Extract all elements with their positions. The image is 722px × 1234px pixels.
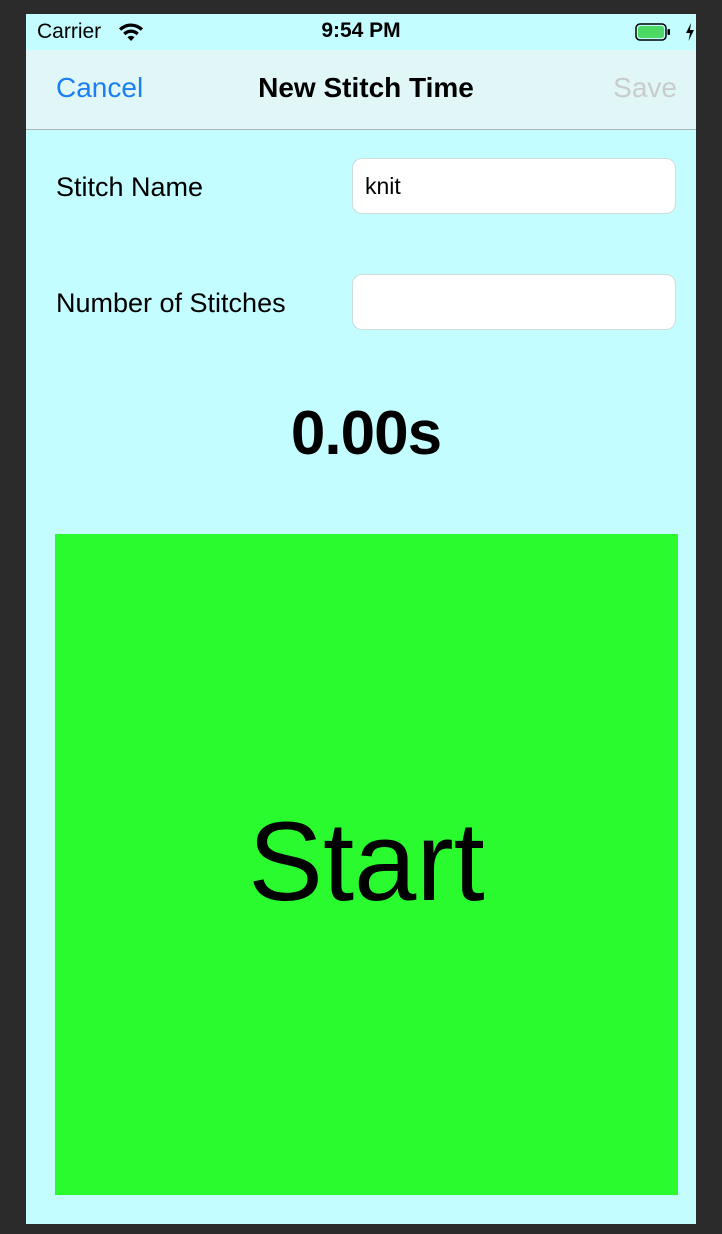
stitch-count-field[interactable] bbox=[352, 274, 676, 330]
stitch-count-label: Number of Stitches bbox=[56, 288, 286, 318]
status-time: 9:54 PM bbox=[321, 19, 401, 42]
stitch-name-label: Stitch Name bbox=[56, 172, 204, 202]
stitch-name-field[interactable] bbox=[352, 158, 676, 214]
charging-bolt-icon bbox=[686, 23, 694, 41]
start-button[interactable]: Start bbox=[55, 534, 678, 1195]
save-button[interactable]: Save bbox=[613, 72, 677, 104]
start-button-label: Start bbox=[248, 799, 485, 924]
timer-display: 0.00s bbox=[290, 399, 442, 468]
page-title: New Stitch Time bbox=[258, 72, 474, 103]
app-screen: Carrier 9:54 PM Cancel New Stitch Time S… bbox=[26, 14, 696, 1224]
battery-full-icon bbox=[635, 23, 670, 41]
status-bar: Carrier 9:54 PM bbox=[26, 14, 696, 50]
navigation-bar: Cancel New Stitch Time Save bbox=[26, 50, 696, 130]
